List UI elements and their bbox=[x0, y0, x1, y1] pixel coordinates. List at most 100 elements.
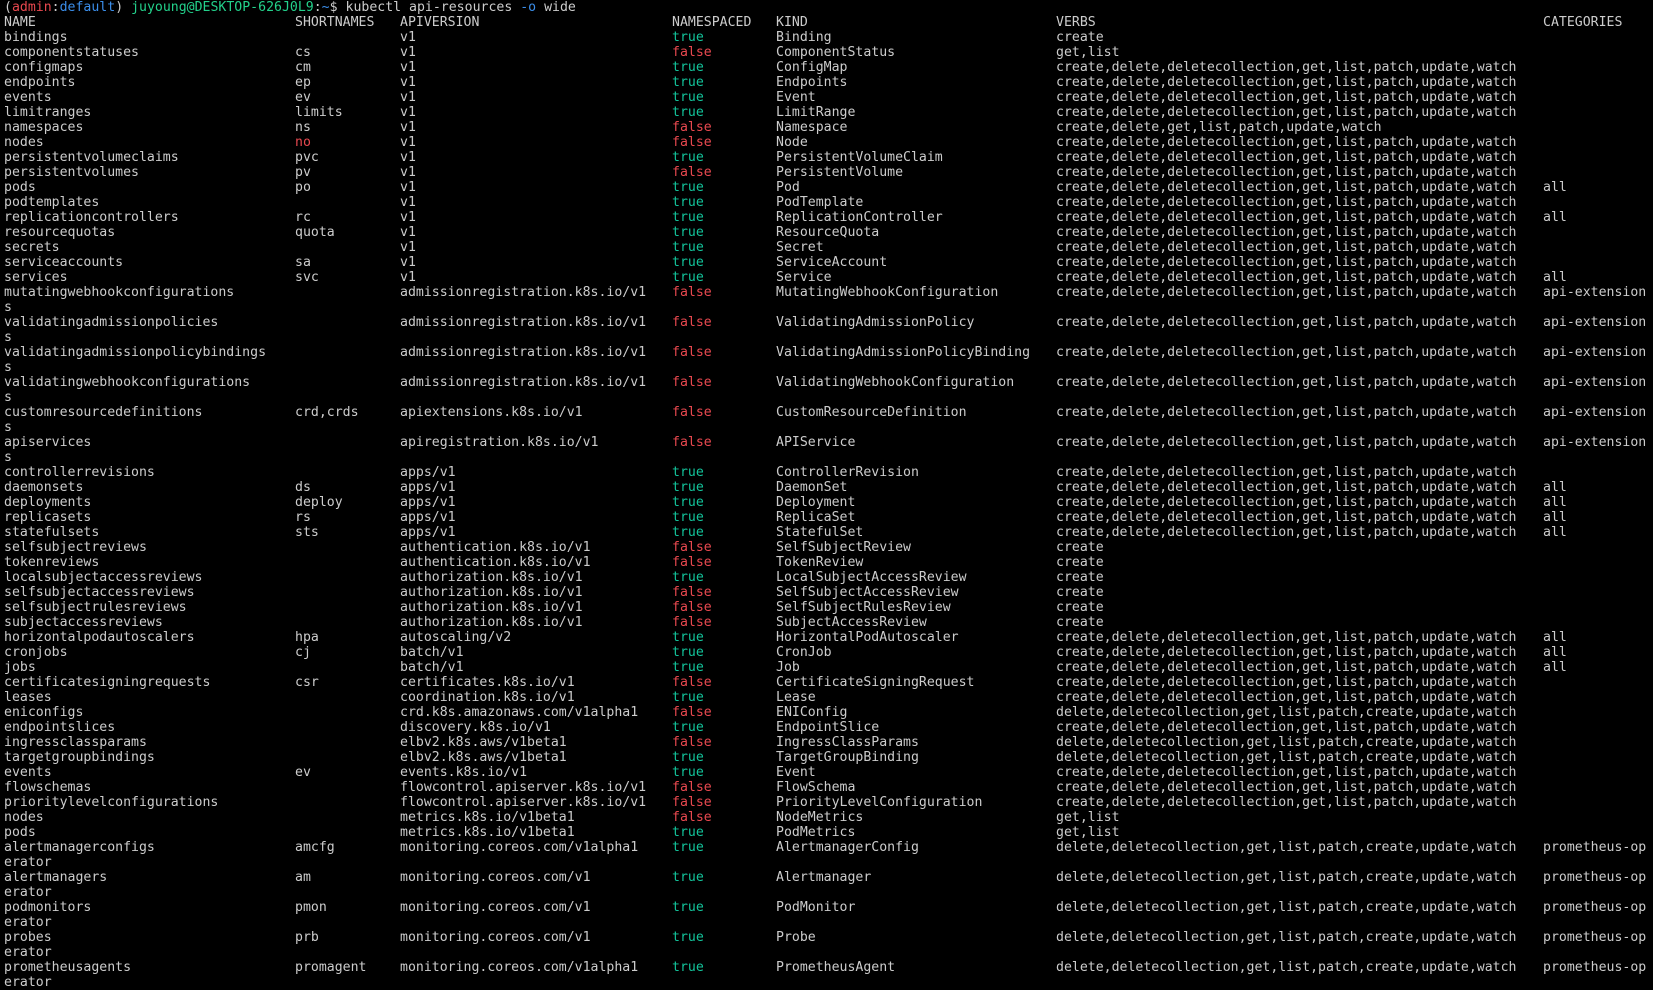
resource-verbs: create,delete,deletecollection,get,list,… bbox=[1056, 165, 1517, 180]
resource-shortnames: crd,crds bbox=[295, 405, 359, 420]
wrapped-line-continuation: s bbox=[4, 330, 1653, 345]
resource-row: probes prb monitoring.coreos.com/v1 true Pro… bbox=[4, 930, 1653, 945]
resource-name: pods bbox=[4, 825, 36, 840]
resource-row: replicasets rs apps/v1 true ReplicaSet create… bbox=[4, 510, 1653, 525]
resource-kind: SelfSubjectAccessReview bbox=[776, 585, 959, 600]
resource-kind: TargetGroupBinding bbox=[776, 750, 919, 765]
resource-kind: Binding bbox=[776, 30, 832, 45]
resource-verbs: create,delete,deletecollection,get,list,… bbox=[1056, 225, 1517, 240]
resource-kind: FlowSchema bbox=[776, 780, 856, 795]
resource-kind: PodTemplate bbox=[776, 195, 864, 210]
resource-verbs: create bbox=[1056, 555, 1104, 570]
resource-name: serviceaccounts bbox=[4, 255, 124, 270]
resource-apiversion: authorization.k8s.io/v1 bbox=[400, 570, 583, 585]
resource-verbs: create,delete,deletecollection,get,list,… bbox=[1056, 60, 1517, 75]
resource-name: endpointslices bbox=[4, 720, 116, 735]
wrapped-line-continuation: s bbox=[4, 360, 1653, 375]
resource-apiversion: authorization.k8s.io/v1 bbox=[400, 585, 583, 600]
resource-verbs: create,delete,deletecollection,get,list,… bbox=[1056, 795, 1517, 810]
resource-apiversion: v1 bbox=[400, 210, 416, 225]
resource-kind: Lease bbox=[776, 690, 816, 705]
resource-name: selfsubjectreviews bbox=[4, 540, 147, 555]
resource-row: leases coordination.k8s.io/v1 true Lease cre… bbox=[4, 690, 1653, 705]
resource-row: mutatingwebhookconfigurations admissionre… bbox=[4, 285, 1653, 300]
resource-name: namespaces bbox=[4, 120, 84, 135]
resource-kind: ValidatingWebhookConfiguration bbox=[776, 375, 1015, 390]
resource-verbs: create,delete,deletecollection,get,list,… bbox=[1056, 345, 1517, 360]
resource-verbs: create,delete,deletecollection,get,list,… bbox=[1056, 105, 1517, 120]
resource-kind: ReplicationController bbox=[776, 210, 943, 225]
resource-verbs: create bbox=[1056, 540, 1104, 555]
resource-row: secrets v1 true Secret create,delete,deletec… bbox=[4, 240, 1653, 255]
resource-namespaced: false bbox=[672, 165, 712, 180]
resource-verbs: create,delete,deletecollection,get,list,… bbox=[1056, 405, 1517, 420]
resource-name: events bbox=[4, 765, 52, 780]
resource-categories: all bbox=[1543, 480, 1567, 495]
resource-name: eniconfigs bbox=[4, 705, 84, 720]
resource-row: pods metrics.k8s.io/v1beta1 true PodMetrics… bbox=[4, 825, 1653, 840]
resource-kind: PodMetrics bbox=[776, 825, 856, 840]
wrapped-text: s bbox=[4, 360, 12, 375]
resource-apiversion: batch/v1 bbox=[400, 645, 464, 660]
resource-name: podtemplates bbox=[4, 195, 100, 210]
resource-kind: SubjectAccessReview bbox=[776, 615, 927, 630]
resource-namespaced: false bbox=[672, 435, 712, 450]
column-header-shortnames: SHORTNAMES bbox=[295, 15, 375, 30]
resource-namespaced: true bbox=[672, 690, 704, 705]
resource-row: flowschemas flowcontrol.apiserver.k8s.io/… bbox=[4, 780, 1653, 795]
resource-row: endpoints ep v1 true Endpoints create,delete,… bbox=[4, 75, 1653, 90]
resource-apiversion: elbv2.k8s.aws/v1beta1 bbox=[400, 750, 567, 765]
wrapped-text: erator bbox=[4, 885, 52, 900]
resource-namespaced: false bbox=[672, 795, 712, 810]
resource-namespaced: false bbox=[672, 600, 712, 615]
resource-namespaced: true bbox=[672, 225, 704, 240]
resource-namespaced: true bbox=[672, 660, 704, 675]
column-header-apiversion: APIVERSION bbox=[400, 15, 480, 30]
resource-shortnames: po bbox=[295, 180, 311, 195]
resource-verbs: delete,deletecollection,get,list,patch,c… bbox=[1056, 960, 1517, 975]
resource-apiversion: monitoring.coreos.com/v1alpha1 bbox=[400, 840, 639, 855]
resource-apiversion: monitoring.coreos.com/v1alpha1 bbox=[400, 960, 639, 975]
resource-shortnames: ev bbox=[295, 90, 311, 105]
resource-row: configmaps cm v1 true ConfigMap create,delete… bbox=[4, 60, 1653, 75]
resource-name: jobs bbox=[4, 660, 36, 675]
resource-name: configmaps bbox=[4, 60, 84, 75]
resource-apiversion: autoscaling/v2 bbox=[400, 630, 512, 645]
resource-kind: SelfSubjectReview bbox=[776, 540, 911, 555]
resource-kind: ValidatingAdmissionPolicy bbox=[776, 315, 975, 330]
command-flag: -o bbox=[520, 0, 537, 15]
resource-apiversion: admissionregistration.k8s.io/v1 bbox=[400, 315, 647, 330]
resource-apiversion: v1 bbox=[400, 120, 416, 135]
resource-row: nodes no v1 false Node create,delete,deleteco… bbox=[4, 135, 1653, 150]
resource-row: services svc v1 true Service create,delete,de… bbox=[4, 270, 1653, 285]
resource-apiversion: v1 bbox=[400, 75, 416, 90]
resource-verbs: create,delete,deletecollection,get,list,… bbox=[1056, 435, 1517, 450]
resource-kind: Endpoints bbox=[776, 75, 848, 90]
resource-row: alertmanagerconfigs amcfg monitoring.coreo… bbox=[4, 840, 1653, 855]
resource-shortnames: prb bbox=[295, 930, 319, 945]
resource-kind: ENIConfig bbox=[776, 705, 848, 720]
resource-row: prioritylevelconfigurations flowcontrol.a… bbox=[4, 795, 1653, 810]
resource-shortnames: deploy bbox=[295, 495, 343, 510]
resource-kind: PriorityLevelConfiguration bbox=[776, 795, 983, 810]
resource-apiversion: authorization.k8s.io/v1 bbox=[400, 600, 583, 615]
resource-verbs: delete,deletecollection,get,list,patch,c… bbox=[1056, 930, 1517, 945]
resource-apiversion: events.k8s.io/v1 bbox=[400, 765, 528, 780]
resource-name: subjectaccessreviews bbox=[4, 615, 163, 630]
resource-name: replicasets bbox=[4, 510, 92, 525]
resource-kind: ValidatingAdmissionPolicyBinding bbox=[776, 345, 1031, 360]
resource-kind: MutatingWebhookConfiguration bbox=[776, 285, 999, 300]
resource-name: horizontalpodautoscalers bbox=[4, 630, 195, 645]
resource-verbs: create,delete,deletecollection,get,list,… bbox=[1056, 195, 1517, 210]
resource-verbs: create,delete,deletecollection,get,list,… bbox=[1056, 480, 1517, 495]
terminal-window[interactable]: (admin:default) juyoung@DESKTOP-626J0L9:… bbox=[0, 0, 1653, 990]
resource-row: daemonsets ds apps/v1 true DaemonSet create,d… bbox=[4, 480, 1653, 495]
resource-namespaced: true bbox=[672, 105, 704, 120]
wrapped-text: s bbox=[4, 330, 12, 345]
resource-namespaced: false bbox=[672, 285, 712, 300]
resource-row: validatingwebhookconfigurations admission… bbox=[4, 375, 1653, 390]
resource-name: alertmanagerconfigs bbox=[4, 840, 155, 855]
resource-apiversion: v1 bbox=[400, 90, 416, 105]
resource-kind: SelfSubjectRulesReview bbox=[776, 600, 951, 615]
resource-verbs: create,delete,deletecollection,get,list,… bbox=[1056, 465, 1517, 480]
